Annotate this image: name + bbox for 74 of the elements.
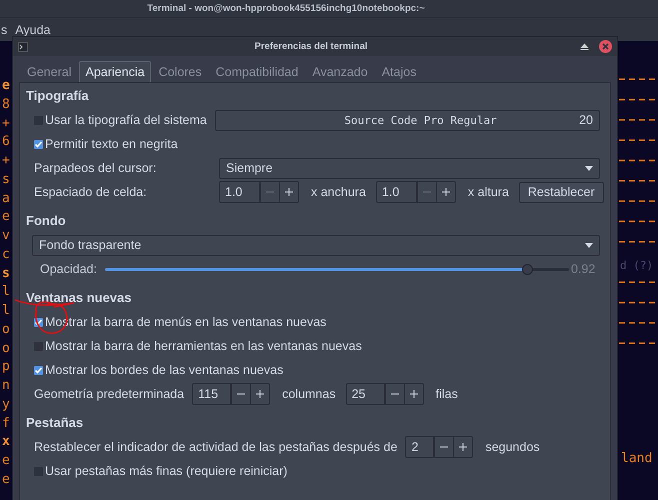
checkbox-label[interactable]: Mostrar la barra de herramientas en las ventanas nuevas <box>45 339 362 353</box>
slider-value: 0.92 <box>570 262 596 276</box>
terminal-text: s <box>2 264 10 282</box>
unit-label: columnas <box>282 387 336 401</box>
terminal-text: e <box>2 208 10 226</box>
terminal-text: land <box>621 451 652 466</box>
field-label: Espaciado de celda: <box>34 185 148 199</box>
spin-field[interactable]: 1.0 <box>219 181 299 203</box>
terminal-text: e <box>2 470 10 489</box>
spin-field[interactable]: 1.0 <box>376 181 456 203</box>
dropdown[interactable]: Fondo trasparente <box>32 234 600 256</box>
terminal-text: + <box>2 152 10 170</box>
terminal-text: o <box>2 320 10 339</box>
terminal-text: f <box>2 414 10 432</box>
section-heading: Tipografía <box>26 87 90 105</box>
terminal-text: n <box>2 377 10 395</box>
tab[interactable]: Colores <box>152 61 208 82</box>
terminal-text: a <box>2 190 10 208</box>
terminal-text: e <box>2 77 10 95</box>
plus-icon <box>256 390 264 398</box>
terminal-text: v <box>2 227 10 245</box>
checkbox-label[interactable]: Usar la tipografía del sistema <box>45 113 207 127</box>
caret-icon <box>585 166 593 170</box>
terminal-text: e <box>2 452 10 470</box>
section-heading: Pestañas <box>26 414 84 432</box>
field-label: Geometría predeterminada <box>34 387 184 401</box>
checkbox[interactable] <box>34 140 43 148</box>
checkbox-label[interactable]: Usar pestañas más finas (requiere reiniciar) <box>45 464 288 478</box>
terminal-text: y <box>2 396 10 414</box>
terminal-text: d (?) <box>620 259 654 272</box>
unit-label: segundos <box>485 440 540 454</box>
caret-icon <box>585 242 593 248</box>
spin-field[interactable]: 2 <box>405 436 474 458</box>
font-button[interactable]: Source Code Pro Regular 20 <box>215 110 600 130</box>
unit-label: x altura <box>468 185 509 199</box>
window-title: Terminal - won@won-hpprobook455156inchg10notebookpc:~ <box>147 3 425 14</box>
terminal-text: s <box>2 170 10 189</box>
terminal-text: 6 <box>2 133 10 152</box>
section-heading: Ventanas nuevas <box>26 289 132 307</box>
unit-label: x anchura <box>311 185 366 199</box>
checkbox[interactable] <box>34 366 43 374</box>
tab[interactable]: General <box>21 61 78 82</box>
menu-item[interactable]: Ayuda <box>15 22 50 36</box>
terminal-text: l <box>2 283 10 302</box>
terminal-text: p <box>2 358 10 376</box>
terminal-icon <box>18 42 28 52</box>
section-heading: Fondo <box>26 212 67 230</box>
checkbox-label[interactable]: Permitir texto en negrita <box>45 137 178 151</box>
field-label: Restablecer el indicador de actividad de las pestañas después de <box>34 440 398 454</box>
terminal-text: o <box>2 340 10 358</box>
tab[interactable]: Avanzado <box>306 61 374 82</box>
close-icon[interactable] <box>599 40 612 53</box>
spin-field[interactable]: 115 <box>192 383 270 405</box>
plus-icon <box>442 188 450 196</box>
terminal-text: c <box>2 246 10 264</box>
tab[interactable]: Compatibilidad <box>210 61 304 82</box>
field-label: Opacidad: <box>40 262 97 276</box>
reset-button[interactable]: Restablecer <box>518 182 604 202</box>
field-label: Parpadeos del cursor: <box>34 161 158 175</box>
tab[interactable]: Apariencia <box>79 61 151 82</box>
terminal-text: + <box>2 114 10 132</box>
unit-label: filas <box>436 387 458 401</box>
menu-item[interactable]: s <box>1 22 8 36</box>
plus-icon <box>459 443 468 451</box>
plus-icon <box>410 390 418 398</box>
dropdown[interactable]: Siempre <box>219 158 600 178</box>
terminal-text: 8 <box>2 96 10 114</box>
tab[interactable]: Atajos <box>376 61 422 82</box>
terminal-text: l <box>2 302 10 320</box>
terminal-text: x <box>2 433 10 452</box>
spin-field[interactable]: 25 <box>346 383 424 405</box>
dialog-title: Preferencias del terminal <box>254 41 368 52</box>
checkbox-label[interactable]: Mostrar los bordes de las ventanas nuevas <box>45 363 284 377</box>
plus-icon <box>285 188 293 196</box>
